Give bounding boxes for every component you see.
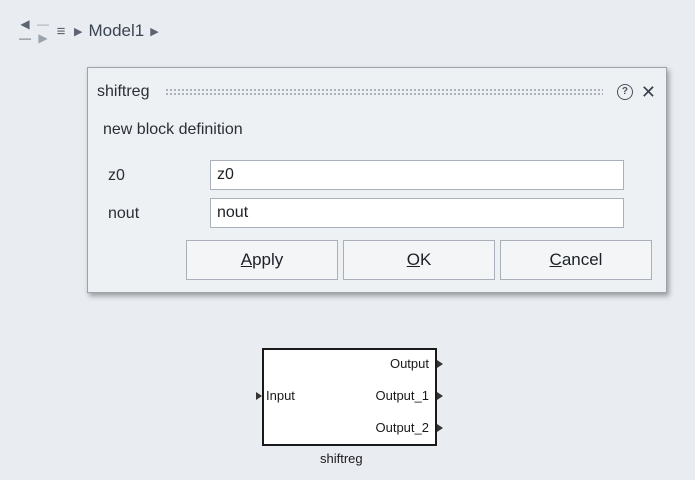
chevron-right-icon: ▶ [74,25,83,38]
output-port-arrow[interactable] [437,360,443,368]
ok-mnemonic: O [406,250,420,269]
block-name-label: shiftreg [320,451,363,466]
z0-label: z0 [108,167,125,184]
shiftreg-block[interactable]: Input Output Output_1 Output_2 [262,348,437,446]
output-2-port-label: Output_2 [375,420,430,435]
close-icon[interactable]: ✕ [641,83,656,101]
apply-label: pply [252,250,284,269]
nout-label: nout [108,205,140,222]
input-port-arrow[interactable] [256,392,262,400]
z0-field[interactable] [210,160,624,190]
output-2-port-arrow[interactable] [437,424,443,432]
input-port-label: Input [266,388,295,403]
cancel-button[interactable]: Cancel [500,240,652,280]
cancel-mnemonic: C [549,250,562,269]
chevron-right-icon[interactable]: ▶ [150,25,158,38]
help-icon[interactable]: ? [616,84,633,100]
breadcrumb: ◀— —▶ ≡ ▶ Model1 ▶ [18,17,161,45]
breadcrumb-model-link[interactable]: Model1 [88,21,144,41]
dialog-subtitle: new block definition [103,121,243,138]
output-port-label: Output [389,356,429,371]
output-1-port-label: Output_1 [375,388,430,403]
ok-label: K [419,250,432,269]
apply-button[interactable]: Apply [186,240,338,280]
dialog-title-bar[interactable]: shiftreg ? ✕ [97,82,656,102]
nout-field[interactable] [210,198,624,228]
arrow-right-icon[interactable]: —▶ [36,17,50,45]
drag-handle[interactable] [165,87,603,97]
output-1-port-arrow[interactable] [437,392,443,400]
arrow-left-icon[interactable]: ◀— [18,17,32,45]
dialog-title: shiftreg [97,83,150,100]
apply-mnemonic: A [240,250,253,269]
list-icon[interactable]: ≡ [54,23,68,40]
ok-button[interactable]: OK [343,240,495,280]
cancel-label: ancel [561,250,603,269]
block-definition-dialog: shiftreg ? ✕ new block definition z0 nou… [87,67,667,293]
